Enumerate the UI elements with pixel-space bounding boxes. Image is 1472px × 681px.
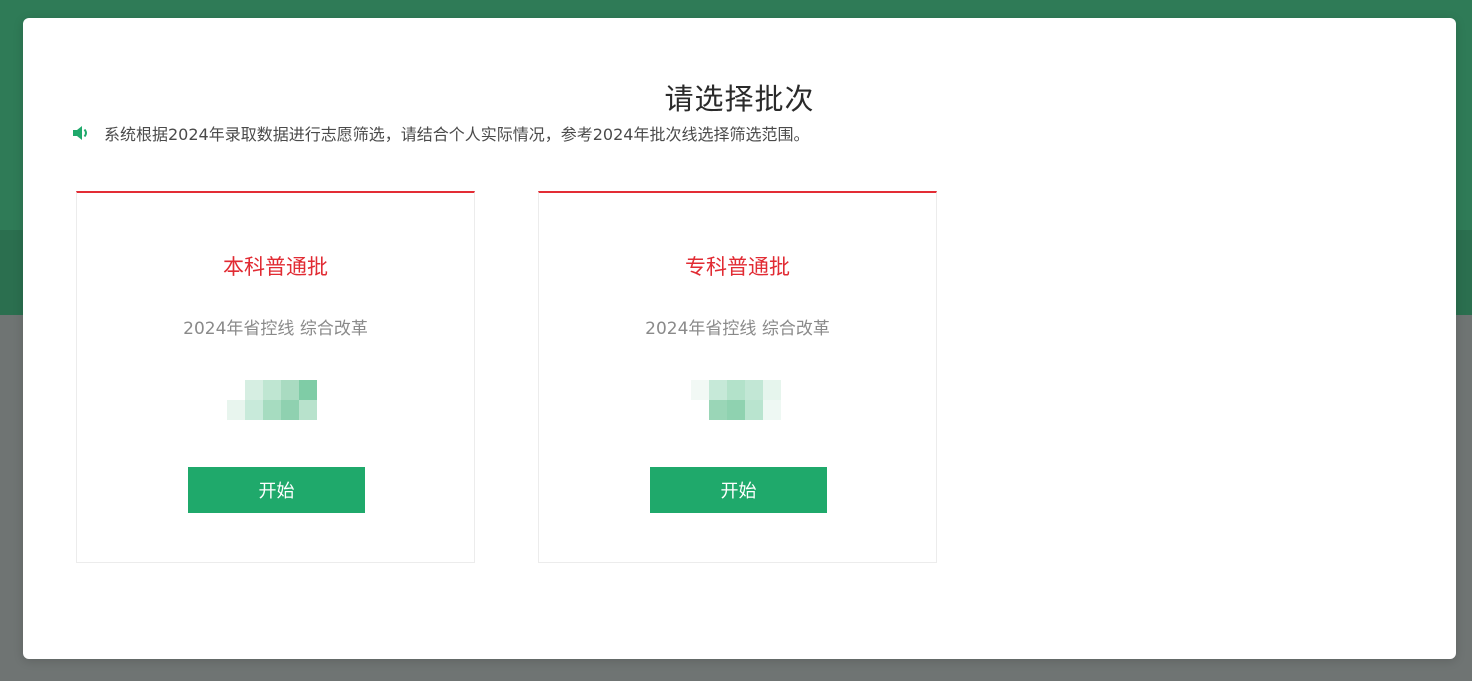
batch-subtitle: 2024年省控线 综合改革	[645, 319, 830, 339]
notice-text: 系统根据2024年录取数据进行志愿筛选，请结合个人实际情况，参考2024年批次线…	[104, 125, 810, 144]
batch-subtitle: 2024年省控线 综合改革	[183, 319, 368, 339]
batch-select-dialog: 请选择批次 系统根据2024年录取数据进行志愿筛选，请结合个人实际情况，参考20…	[23, 18, 1456, 659]
start-button[interactable]: 开始	[650, 467, 827, 513]
score-mosaic	[227, 380, 317, 420]
start-button[interactable]: 开始	[188, 467, 365, 513]
score-mosaic	[691, 380, 781, 420]
batch-title: 本科普通批	[223, 255, 328, 279]
dialog-title: 请选择批次	[664, 82, 815, 116]
batch-card-vocational[interactable]: 专科普通批 2024年省控线 综合改革 开始	[538, 191, 937, 563]
speaker-icon	[70, 122, 92, 144]
notice-bar: 系统根据2024年录取数据进行志愿筛选，请结合个人实际情况，参考2024年批次线…	[70, 121, 809, 145]
batch-card-undergraduate[interactable]: 本科普通批 2024年省控线 综合改革 开始	[76, 191, 475, 563]
batch-title: 专科普通批	[685, 255, 790, 279]
